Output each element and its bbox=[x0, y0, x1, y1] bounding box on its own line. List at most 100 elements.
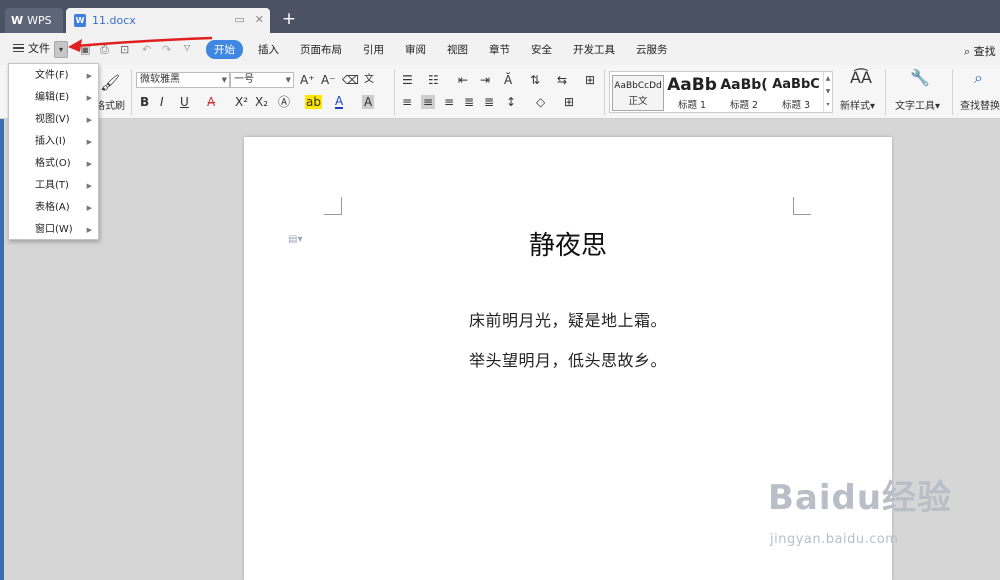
submenu-arrow-icon: ▶ bbox=[86, 94, 92, 102]
pin-tab-icon[interactable]: ▭ bbox=[234, 13, 244, 26]
tab-cloud-services[interactable]: 云服务 bbox=[636, 42, 668, 57]
document-title[interactable]: 静夜思 bbox=[244, 225, 892, 262]
search-command-button[interactable]: ⌕ 查找 bbox=[964, 43, 996, 59]
menu-item-insert-label: 插入(I) bbox=[35, 136, 66, 147]
doc-file-icon: W bbox=[74, 14, 86, 27]
file-menu-button[interactable]: 文件 bbox=[13, 40, 50, 56]
ribbon-divider bbox=[394, 69, 395, 115]
sort-icon[interactable]: ⇅ bbox=[530, 73, 540, 87]
borders-icon[interactable]: ⊞ bbox=[564, 95, 574, 109]
tab-view[interactable]: 视图 bbox=[447, 42, 468, 57]
find-replace-button[interactable]: 查找替换 bbox=[960, 97, 1000, 112]
char-shading-icon[interactable]: A bbox=[362, 95, 375, 109]
tab-developer-tools[interactable]: 开发工具 bbox=[573, 42, 615, 57]
new-tab-button[interactable]: + bbox=[280, 9, 298, 29]
grow-font-icon[interactable]: A⁺ bbox=[300, 73, 315, 87]
menu-item-table[interactable]: 表格(A) ▶ bbox=[9, 197, 98, 219]
highlight-icon[interactable]: ab bbox=[305, 95, 322, 109]
wrench-icon[interactable]: 🔧 bbox=[910, 70, 930, 86]
style-heading-1-preview: AaBb bbox=[667, 75, 717, 95]
style-heading-1-label: 标题 1 bbox=[677, 100, 707, 111]
italic-icon[interactable]: I bbox=[160, 95, 164, 109]
bullets-icon[interactable]: ☰ bbox=[402, 73, 413, 87]
strikethrough-icon[interactable]: A̶ bbox=[207, 95, 215, 109]
decrease-indent-icon[interactable]: ⇤ bbox=[458, 73, 468, 87]
wps-home-tab[interactable]: W WPS bbox=[5, 8, 63, 33]
text-tools-button[interactable]: 文字工具▾ bbox=[895, 97, 940, 112]
menu-item-window[interactable]: 窗口(W) ▶ bbox=[9, 219, 98, 241]
ribbon-divider bbox=[131, 69, 132, 115]
font-color-icon[interactable]: A bbox=[335, 95, 344, 109]
tab-references[interactable]: 引用 bbox=[363, 42, 384, 57]
style-heading-2[interactable]: AaBb( 标题 2 bbox=[718, 75, 770, 111]
style-heading-2-label: 标题 2 bbox=[729, 100, 759, 111]
subscript-icon[interactable]: X₂ bbox=[255, 95, 268, 109]
clear-format-icon[interactable]: ⌫ bbox=[342, 73, 359, 87]
margin-corner-mark bbox=[793, 197, 811, 215]
menu-item-file[interactable]: 文件(F) ▶ bbox=[9, 65, 98, 87]
menu-item-edit[interactable]: 编辑(E) ▶ bbox=[9, 87, 98, 109]
styles-scroll[interactable]: ▲ ▼ ▾ bbox=[823, 72, 832, 112]
poem-line-1[interactable]: 床前明月光，疑是地上霜。 bbox=[244, 307, 892, 331]
distributed-icon[interactable]: ≣ bbox=[484, 95, 494, 109]
tab-insert[interactable]: 插入 bbox=[258, 42, 279, 57]
style-normal[interactable]: AaBbCcDd 正文 bbox=[612, 75, 664, 111]
menu-item-edit-label: 编辑(E) bbox=[35, 92, 70, 103]
tab-page-layout[interactable]: 页面布局 bbox=[300, 42, 342, 57]
tab-security[interactable]: 安全 bbox=[531, 42, 552, 57]
hamburger-icon bbox=[13, 42, 24, 55]
shading-icon[interactable]: ◇ bbox=[536, 95, 545, 109]
menu-item-format[interactable]: 格式(O) ▶ bbox=[9, 153, 98, 175]
format-painter-icon[interactable]: 🖌 bbox=[100, 73, 120, 92]
margin-corner-mark bbox=[324, 197, 342, 215]
menu-item-file-label: 文件(F) bbox=[35, 70, 69, 81]
style-heading-1[interactable]: AaBb 标题 1 bbox=[666, 75, 718, 111]
wps-logo-icon: W bbox=[11, 14, 24, 27]
line-spacing-icon[interactable]: ↕ bbox=[506, 95, 516, 109]
title-bar: W WPS W 11.docx ▭ ✕ + bbox=[0, 0, 1000, 33]
justify-icon[interactable]: ≣ bbox=[464, 95, 474, 109]
bold-icon[interactable]: B bbox=[140, 95, 149, 109]
annotation-arrow bbox=[68, 36, 213, 52]
menu-item-insert[interactable]: 插入(I) ▶ bbox=[9, 131, 98, 153]
shrink-font-icon[interactable]: A⁻ bbox=[321, 73, 336, 87]
menu-item-tools[interactable]: 工具(T) ▶ bbox=[9, 175, 98, 197]
align-center-icon[interactable]: ≡ bbox=[421, 95, 436, 109]
style-normal-label: 正文 bbox=[628, 96, 648, 107]
tab-sections[interactable]: 章节 bbox=[489, 42, 510, 57]
numbering-icon[interactable]: ☷ bbox=[428, 73, 439, 87]
ribbon-divider bbox=[604, 69, 605, 115]
new-style-label: 新样式 bbox=[840, 101, 870, 112]
phonetic-guide-icon[interactable]: 文 bbox=[364, 73, 374, 87]
show-hide-marks-icon[interactable]: ⇆ bbox=[557, 73, 567, 87]
superscript-icon[interactable]: X² bbox=[235, 95, 248, 109]
submenu-arrow-icon: ▶ bbox=[86, 182, 92, 190]
submenu-arrow-icon: ▶ bbox=[86, 72, 92, 80]
text-effect-icon[interactable]: Ⓐ bbox=[278, 95, 290, 109]
increase-indent-icon[interactable]: ⇥ bbox=[480, 73, 490, 87]
table-borders-icon[interactable]: ⊞ bbox=[585, 73, 595, 87]
new-style-icon[interactable]: A͡A bbox=[850, 70, 872, 86]
tab-review[interactable]: 审阅 bbox=[405, 42, 426, 57]
window-edge bbox=[0, 119, 4, 580]
align-right-icon[interactable]: ≡ bbox=[444, 95, 454, 109]
text-tools-label: 文字工具 bbox=[895, 101, 935, 112]
format-painter-button[interactable]: 格式刷 bbox=[95, 97, 125, 112]
poem-line-2[interactable]: 举头望明月，低头思故乡。 bbox=[244, 347, 892, 371]
menu-item-view[interactable]: 视图(V) ▶ bbox=[9, 109, 98, 131]
file-dropdown-menu: 文件(F) ▶ 编辑(E) ▶ 视图(V) ▶ 插入(I) ▶ 格式(O) ▶ 工具(T)… bbox=[8, 63, 99, 240]
style-heading-3[interactable]: AaBbC 标题 3 bbox=[770, 75, 822, 111]
close-tab-icon[interactable]: ✕ bbox=[255, 13, 264, 26]
font-size-select[interactable]: 一号 ▼ bbox=[230, 72, 294, 88]
style-normal-preview: AaBbCcDd bbox=[614, 81, 662, 91]
underline-icon[interactable]: U bbox=[180, 95, 189, 109]
style-heading-3-preview: AaBbC bbox=[772, 77, 820, 92]
ribbon-divider bbox=[952, 69, 953, 115]
chinese-layout-icon[interactable]: Ă bbox=[504, 73, 512, 87]
font-name-select[interactable]: 微软雅黑 ▼ bbox=[136, 72, 230, 88]
menu-item-format-label: 格式(O) bbox=[35, 158, 71, 169]
align-left-icon[interactable]: ≡ bbox=[402, 95, 412, 109]
wps-home-tab-label: WPS bbox=[27, 14, 52, 27]
find-replace-icon[interactable]: ⌕ bbox=[974, 70, 983, 86]
new-style-button[interactable]: 新样式▾ bbox=[840, 97, 875, 112]
